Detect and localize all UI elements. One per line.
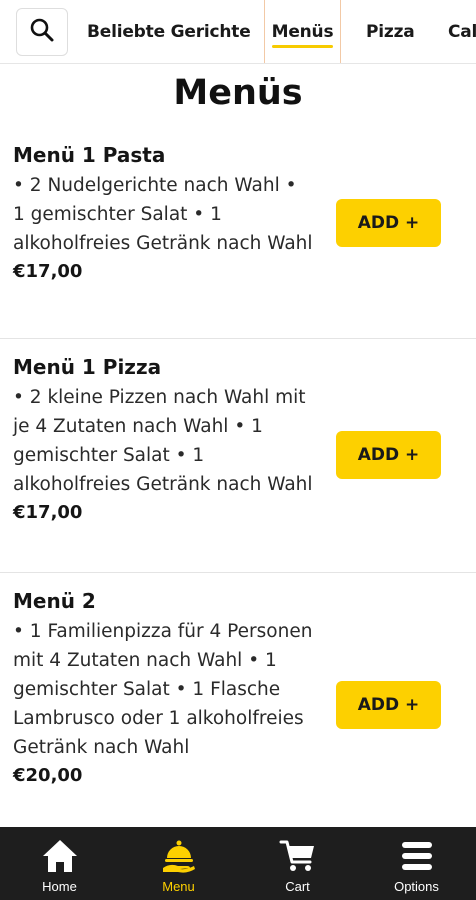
item-description: • 1 Familienpizza für 4 Personen mit 4 Z… <box>13 621 313 758</box>
tab-label: Pizza <box>366 22 415 42</box>
bottom-navigation: Home Menu Cart Options <box>0 827 476 900</box>
nav-options[interactable]: Options <box>357 827 476 900</box>
tab-label: Menüs <box>271 22 334 48</box>
hamburger-icon <box>397 836 437 876</box>
list-item: Menü 1 Pasta • 2 Nudelgerichte nach Wahl… <box>0 127 476 339</box>
tab-menus[interactable]: Menüs <box>264 0 341 63</box>
nav-label: Cart <box>285 879 310 894</box>
menu-cloche-icon <box>159 836 199 876</box>
menu-list: Menüs Menü 1 Pasta • 2 Nudelgerichte nac… <box>0 64 476 827</box>
item-name: Menü 2 <box>13 589 96 613</box>
nav-cart[interactable]: Cart <box>238 827 357 900</box>
search-icon <box>29 17 55 47</box>
item-description: • 2 kleine Pizzen nach Wahl mit je 4 Zut… <box>13 387 313 495</box>
tab-label: Beliebte Gerichte <box>87 22 251 42</box>
add-button[interactable]: ADD + <box>336 431 441 479</box>
search-button[interactable] <box>16 8 68 56</box>
nav-label: Menu <box>162 879 195 894</box>
item-price: €17,00 <box>13 502 83 523</box>
tab-pizza[interactable]: Pizza <box>366 0 415 63</box>
tab-cal[interactable]: Cal <box>448 0 476 63</box>
item-name: Menü 1 Pasta <box>13 143 166 167</box>
add-button[interactable]: ADD + <box>336 681 441 729</box>
category-bar: Beliebte Gerichte Menüs Pizza Cal <box>0 0 476 64</box>
item-price: €20,00 <box>13 765 83 786</box>
cart-icon <box>278 836 318 876</box>
add-button[interactable]: ADD + <box>336 199 441 247</box>
item-price: €17,00 <box>13 261 83 282</box>
nav-home[interactable]: Home <box>0 827 119 900</box>
item-name: Menü 1 Pizza <box>13 355 162 379</box>
nav-label: Options <box>394 879 439 894</box>
list-item: Menü 2 • 1 Familienpizza für 4 Personen … <box>0 573 476 827</box>
tab-label: Cal <box>448 22 476 42</box>
nav-label: Home <box>42 879 77 894</box>
nav-menu[interactable]: Menu <box>119 827 238 900</box>
tab-beliebte-gerichte[interactable]: Beliebte Gerichte <box>87 0 251 63</box>
item-description: • 2 Nudelgerichte nach Wahl • 1 gemischt… <box>13 175 313 254</box>
home-icon <box>40 836 80 876</box>
section-title: Menüs <box>173 73 303 113</box>
list-item: Menü 1 Pizza • 2 kleine Pizzen nach Wahl… <box>0 339 476 573</box>
